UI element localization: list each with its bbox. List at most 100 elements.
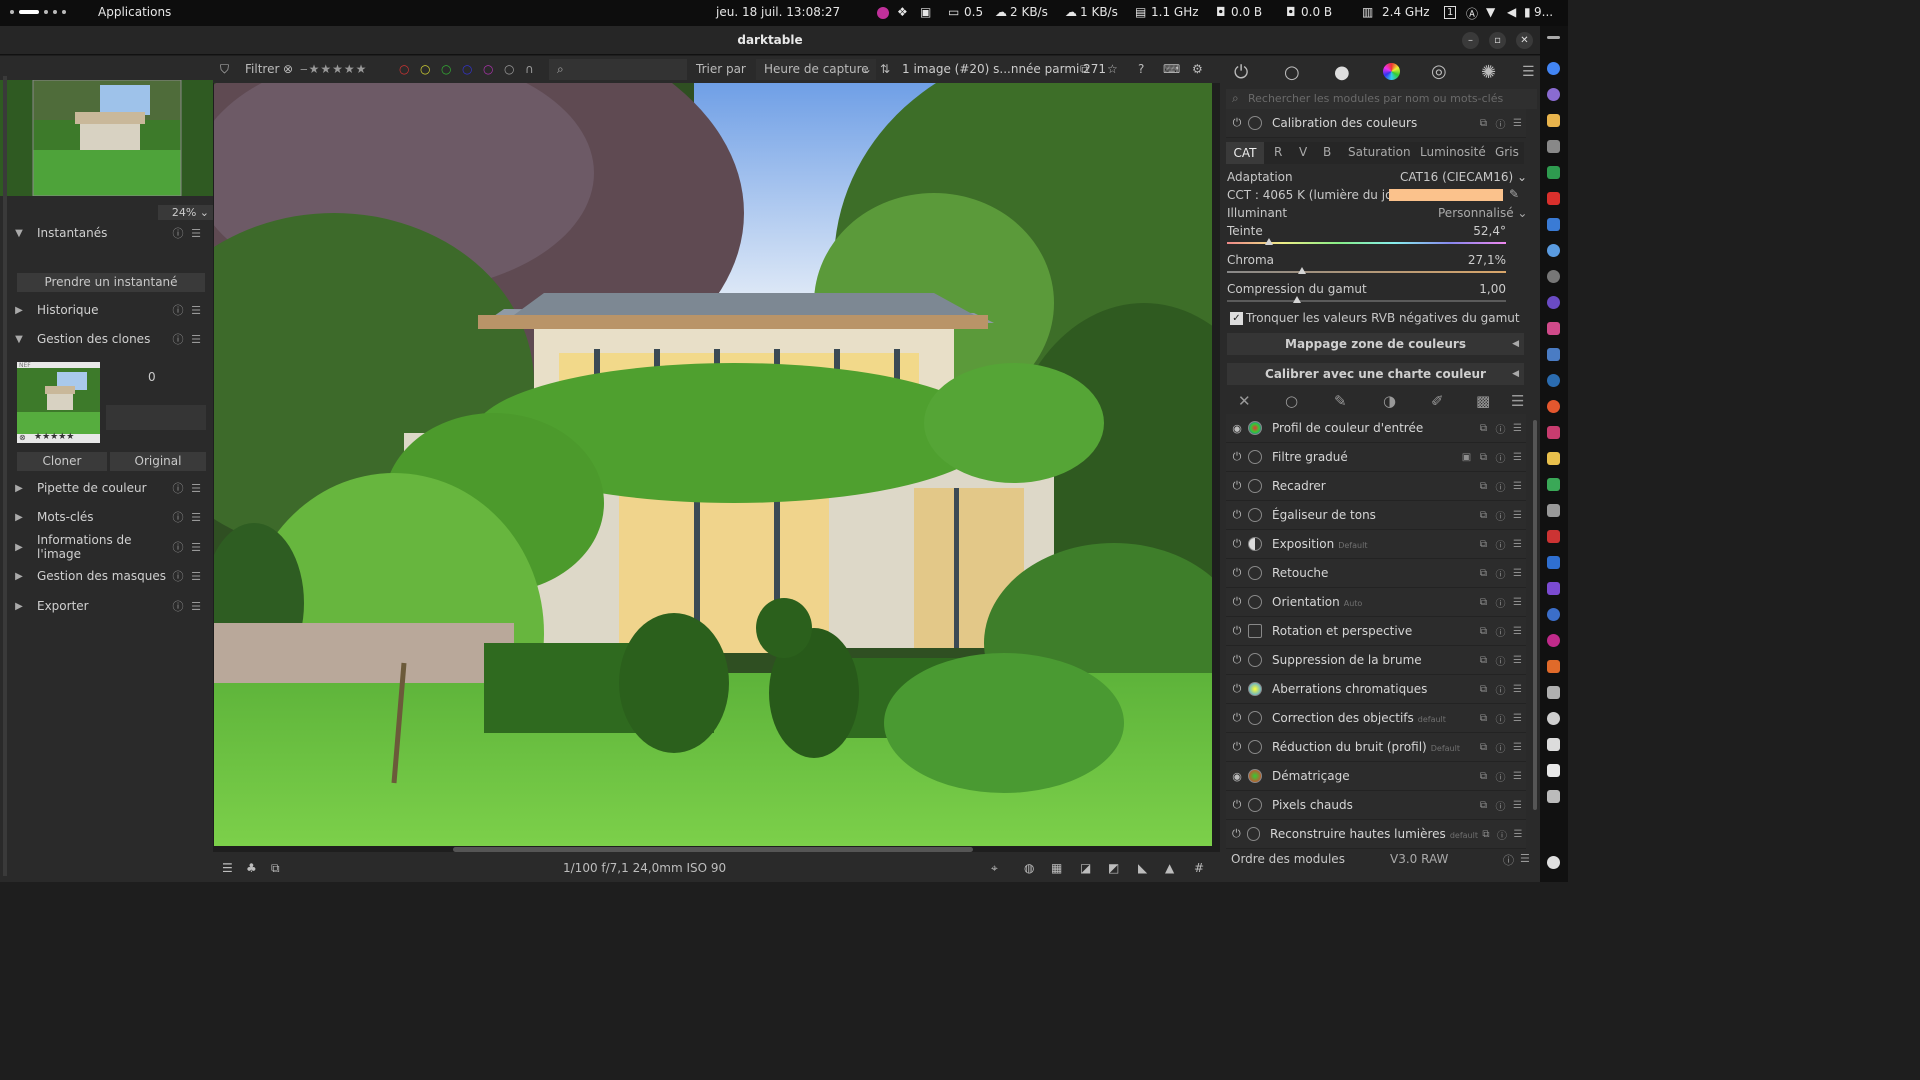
- module-header[interactable]: ◉ Dématriçage ⧉ ⓘ ☰: [1226, 762, 1526, 791]
- reset-icon[interactable]: ⓘ: [169, 598, 187, 614]
- green-label-filter-icon[interactable]: ○: [441, 62, 451, 76]
- module-header-color-calibration[interactable]: ⏻ Calibration des couleurs ⧉ ⓘ ☰: [1226, 109, 1526, 138]
- dock-app-icon[interactable]: [1547, 452, 1560, 465]
- dock-handle-icon[interactable]: [1547, 36, 1560, 39]
- multi-instance-icon[interactable]: ⧉: [1475, 510, 1492, 521]
- module-header-duplicate-manager[interactable]: ▼ Gestion des clones ⓘ ☰: [9, 326, 205, 352]
- slider-handle[interactable]: [1298, 267, 1307, 274]
- dock-app-icon[interactable]: [1547, 556, 1560, 569]
- power-icon[interactable]: ⏻: [1226, 479, 1248, 493]
- drawn-mask-icon[interactable]: ✎: [1334, 392, 1347, 410]
- tab-saturation[interactable]: Saturation: [1348, 145, 1411, 159]
- search-input[interactable]: ⌕: [549, 59, 687, 80]
- multi-instance-icon[interactable]: ⧉: [1475, 655, 1492, 666]
- reset-icon[interactable]: ⓘ: [1492, 711, 1509, 726]
- clipping-icon[interactable]: ◪: [1080, 861, 1091, 875]
- zoom-selector[interactable]: 24% ⌄: [158, 205, 213, 220]
- wifi-icon[interactable]: ▼: [1486, 5, 1495, 19]
- original-button[interactable]: Original: [110, 452, 206, 471]
- styles-icon[interactable]: ♣: [246, 861, 257, 875]
- blue-label-filter-icon[interactable]: ○: [462, 62, 472, 76]
- reject-filter-icon[interactable]: ⊗: [283, 62, 293, 76]
- dock-app-icon[interactable]: [1547, 296, 1560, 309]
- dock-app-icon[interactable]: [1547, 660, 1560, 673]
- module-header[interactable]: ⏻ Rotation et perspective ⧉ ⓘ ☰: [1226, 617, 1526, 646]
- module-header-mask-manager[interactable]: ▶ Gestion des masques ⓘ ☰: [9, 563, 205, 589]
- dock-app-icon[interactable]: [1547, 608, 1560, 621]
- multi-instance-icon[interactable]: ⧉: [1475, 800, 1492, 811]
- modules-scrollbar[interactable]: [1533, 420, 1537, 810]
- reset-icon[interactable]: ⓘ: [1503, 852, 1514, 868]
- preferences-gear-icon[interactable]: ⚙: [1192, 62, 1203, 76]
- tab-gray[interactable]: Gris: [1495, 145, 1519, 159]
- reset-icon[interactable]: ⓘ: [169, 225, 187, 241]
- red-label-filter-icon[interactable]: ○: [399, 62, 409, 76]
- tab-green[interactable]: V: [1299, 145, 1307, 159]
- gamut-mapping-section[interactable]: Mappage zone de couleurs ◀: [1227, 333, 1524, 355]
- cct-color-swatch[interactable]: [1389, 189, 1503, 201]
- mask-menu-icon[interactable]: ☰: [1511, 392, 1524, 410]
- reset-icon[interactable]: ⓘ: [169, 302, 187, 318]
- module-header-snapshots[interactable]: ▼ Instantanés ⓘ ☰: [9, 220, 205, 246]
- multi-instance-icon[interactable]: ⧉: [1475, 539, 1492, 550]
- multi-instance-icon[interactable]: ⧉: [1475, 423, 1492, 434]
- presets-menu-icon[interactable]: ☰: [1509, 742, 1526, 753]
- module-header[interactable]: ⏻ Reconstruire hautes lumières default ⧉ ⓘ ☰: [1226, 820, 1526, 849]
- clock[interactable]: jeu. 18 juil. 13:08:27: [716, 5, 840, 19]
- maximize-button[interactable]: ▫: [1489, 32, 1506, 49]
- dock-app-icon[interactable]: [1547, 790, 1560, 803]
- power-icon[interactable]: ◉: [1226, 422, 1248, 435]
- battery-icon[interactable]: ▮: [1524, 5, 1531, 19]
- dock-app-icon[interactable]: [1547, 270, 1560, 283]
- presets-menu-icon[interactable]: ☰: [187, 333, 205, 346]
- applications-menu[interactable]: Applications: [98, 5, 171, 19]
- slider-handle[interactable]: [1292, 296, 1301, 303]
- writer-icon[interactable]: [1547, 218, 1560, 231]
- reset-icon[interactable]: ⓘ: [169, 480, 187, 496]
- reset-icon[interactable]: ⓘ: [169, 331, 187, 347]
- filter-icon[interactable]: ⛉: [220, 62, 229, 77]
- softproof-icon[interactable]: ◩: [1108, 861, 1119, 875]
- power-icon[interactable]: ⏻: [1226, 653, 1248, 667]
- module-header[interactable]: ⏻ Réduction du bruit (profil) Default ⧉ ⓘ ☰: [1226, 733, 1526, 762]
- keyboard-shortcuts-icon[interactable]: ⌨: [1163, 62, 1180, 76]
- accessibility-icon[interactable]: Ⓐ: [1466, 5, 1478, 22]
- power-icon[interactable]: ⏻: [1226, 116, 1248, 130]
- app-indicator-icon[interactable]: [877, 7, 889, 19]
- power-icon[interactable]: ⏻: [1226, 711, 1248, 725]
- reset-icon[interactable]: ⓘ: [1492, 798, 1509, 813]
- clone-button[interactable]: Cloner: [17, 452, 107, 471]
- quick-access-menu-icon[interactable]: ☰: [222, 861, 233, 875]
- power-icon[interactable]: ⏻: [1226, 508, 1248, 522]
- dock-app-icon[interactable]: [1547, 478, 1560, 491]
- dock-app-icon[interactable]: [1547, 634, 1560, 647]
- slider-handle[interactable]: [1264, 238, 1273, 245]
- correct-group-icon[interactable]: ◎: [1431, 61, 1447, 82]
- presets-menu-icon[interactable]: ☰: [1509, 713, 1526, 724]
- effects-group-icon[interactable]: ✺: [1481, 62, 1496, 83]
- base-group-circle-icon[interactable]: ○: [1284, 62, 1300, 83]
- power-icon[interactable]: ⏻: [1226, 537, 1248, 551]
- presets-menu-icon[interactable]: ☰: [1509, 510, 1526, 521]
- presets-menu-icon[interactable]: ☰: [1509, 118, 1526, 129]
- module-header[interactable]: ⏻ Filtre gradué ▣ ⧉ ⓘ ☰: [1226, 443, 1526, 472]
- overlay-stars-icon[interactable]: ☆: [1107, 62, 1118, 76]
- raster-mask-icon[interactable]: ▩: [1476, 392, 1490, 410]
- multi-instance-icon[interactable]: ⧉: [1475, 771, 1492, 782]
- module-header[interactable]: ⏻ Aberrations chromatiques ⧉ ⓘ ☰: [1226, 675, 1526, 704]
- parametric-mask-icon[interactable]: ◑: [1383, 392, 1396, 410]
- navigation-preview[interactable]: [0, 80, 213, 196]
- reject-icon[interactable]: ⊗: [19, 433, 26, 442]
- help-icon[interactable]: ?: [1138, 62, 1144, 76]
- module-header[interactable]: ⏻ Exposition Default ⧉ ⓘ ☰: [1226, 530, 1526, 559]
- presets-menu-icon[interactable]: ☰: [1522, 64, 1535, 80]
- presets-menu-icon[interactable]: ☰: [1509, 655, 1526, 666]
- yellow-label-filter-icon[interactable]: ○: [420, 62, 430, 76]
- dock-app-icon[interactable]: [1547, 88, 1560, 101]
- rating-filter[interactable]: ‒★★★★★: [300, 62, 367, 76]
- reset-icon[interactable]: ⓘ: [1492, 653, 1509, 668]
- module-header-color-picker[interactable]: ▶ Pipette de couleur ⓘ ☰: [9, 475, 205, 501]
- reset-icon[interactable]: ⓘ: [1492, 508, 1509, 523]
- dock-app-icon[interactable]: [1547, 140, 1560, 153]
- power-icon[interactable]: ⏻: [1226, 740, 1248, 754]
